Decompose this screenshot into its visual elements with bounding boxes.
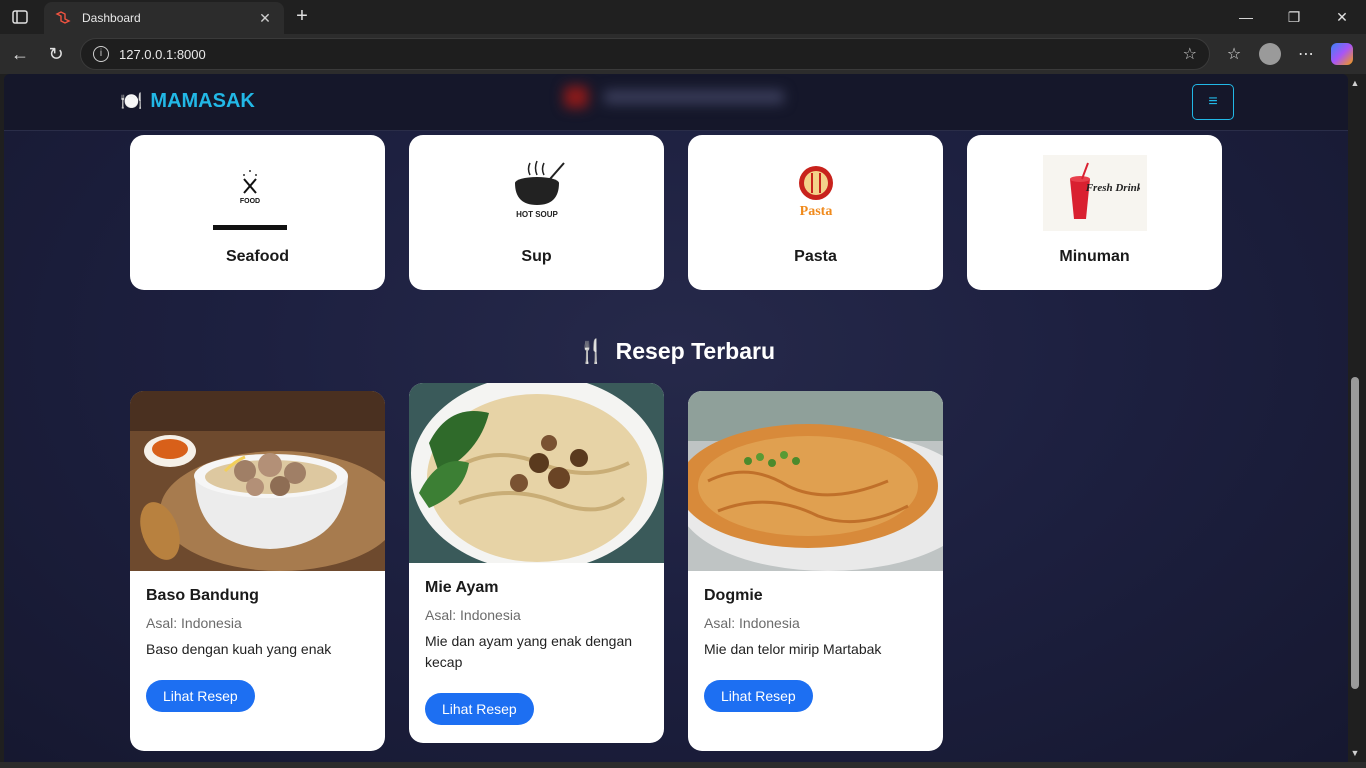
recipe-description: Baso dengan kuah yang enak <box>146 641 332 657</box>
category-label: Minuman <box>1059 248 1130 265</box>
avatar <box>1259 43 1281 65</box>
window-bottom-edge <box>0 762 1366 768</box>
window-controls: — ❐ ✕ <box>1222 0 1366 34</box>
recipe-description: Mie dan telor mirip Martabak <box>704 641 882 657</box>
recipe-body: Baso Bandung Asal: Indonesia Baso dengan… <box>130 571 385 712</box>
tab-title: Dashboard <box>82 11 141 25</box>
utensils-icon: 🍴 <box>577 338 606 364</box>
recipe-origin: Asal: Indonesia <box>146 615 242 631</box>
recipe-name: Dogmie <box>704 587 763 604</box>
category-card-seafood[interactable]: FOOD Seafood <box>130 135 385 290</box>
profile-button[interactable] <box>1256 40 1284 68</box>
recipe-photo-baso <box>130 391 385 571</box>
toolbar-actions: ☆ ⋯ <box>1220 40 1356 68</box>
pasta-logo-icon: Pasta <box>761 155 871 231</box>
tab-close-icon[interactable]: ✕ <box>256 10 274 27</box>
laravel-favicon-icon <box>54 9 72 27</box>
recipe-card: Mie Ayam Asal: Indonesia Mie dan ayam ya… <box>409 383 664 743</box>
recipe-origin: Asal: Indonesia <box>704 615 800 631</box>
url-text[interactable]: 127.0.0.1:8000 <box>119 47 1183 62</box>
section-title-latest: 🍴 Resep Terbaru <box>4 338 1348 365</box>
page-scrollbar[interactable]: ▲ ▼ <box>1348 74 1362 762</box>
reload-icon[interactable]: ↻ <box>42 40 70 68</box>
minimize-icon[interactable]: — <box>1222 0 1270 34</box>
svg-text:FOOD: FOOD <box>239 198 259 205</box>
window-close-icon[interactable]: ✕ <box>1318 0 1366 34</box>
recipe-body: Mie Ayam Asal: Indonesia Mie dan ayam ya… <box>409 563 664 725</box>
recipe-origin: Asal: Indonesia <box>425 607 521 623</box>
browser-tab[interactable]: Dashboard ✕ <box>44 2 284 34</box>
scroll-up-icon[interactable]: ▲ <box>1350 78 1360 88</box>
page-viewport: 🍽️ MAMASAK ≡ FOOD Seafood HOT SOUP Sup P… <box>4 74 1348 762</box>
fresh-drink-logo-icon: Fresh Drink <box>1042 155 1147 231</box>
plate-icon: 🍽️ <box>120 91 143 111</box>
recipe-card: Dogmie Asal: Indonesia Mie dan telor mir… <box>688 391 943 751</box>
category-label: Pasta <box>794 248 837 265</box>
brand-name: MAMASAK <box>150 90 255 112</box>
site-navbar: 🍽️ MAMASAK ≡ <box>4 74 1348 131</box>
food-logo-icon: FOOD <box>203 155 313 231</box>
site-brand[interactable]: 🍽️ MAMASAK <box>120 90 255 113</box>
category-card-minuman[interactable]: Fresh Drink Minuman <box>967 135 1222 290</box>
restore-icon[interactable]: ❐ <box>1270 0 1318 34</box>
hamburger-menu-button[interactable]: ≡ <box>1192 84 1234 120</box>
copilot-icon[interactable] <box>1328 40 1356 68</box>
category-label: Seafood <box>225 248 290 265</box>
view-recipe-button[interactable]: Lihat Resep <box>146 680 255 712</box>
hot-soup-logo-icon: HOT SOUP <box>482 155 592 231</box>
browser-tabbar: Dashboard ✕ + — ❐ ✕ <box>0 0 1366 34</box>
address-bar[interactable]: i 127.0.0.1:8000 ☆ <box>80 38 1210 70</box>
favorite-star-icon[interactable]: ☆ <box>1183 44 1197 64</box>
recipe-name: Baso Bandung <box>146 587 259 604</box>
browser-toolbar: ← ↻ i 127.0.0.1:8000 ☆ ☆ ⋯ <box>0 34 1366 74</box>
recipe-card: Baso Bandung Asal: Indonesia Baso dengan… <box>130 391 385 751</box>
section-title-text: Resep Terbaru <box>615 338 775 364</box>
view-recipe-button[interactable]: Lihat Resep <box>425 693 534 725</box>
new-tab-button[interactable]: + <box>290 4 314 28</box>
svg-text:Fresh Drink: Fresh Drink <box>1084 182 1139 194</box>
svg-text:HOT SOUP: HOT SOUP <box>516 210 558 219</box>
recipe-name: Mie Ayam <box>425 579 499 596</box>
recipe-body: Dogmie Asal: Indonesia Mie dan telor mir… <box>688 571 943 712</box>
favorites-icon[interactable]: ☆ <box>1220 40 1248 68</box>
site-info-icon[interactable]: i <box>93 46 109 62</box>
more-options-icon[interactable]: ⋯ <box>1292 40 1320 68</box>
view-recipe-button[interactable]: Lihat Resep <box>704 680 813 712</box>
copilot-logo <box>1331 43 1353 65</box>
recipe-photo-mie-ayam <box>409 383 664 563</box>
recipe-photo-dogmie <box>688 391 943 571</box>
category-label: Sup <box>521 248 552 265</box>
category-card-sup[interactable]: HOT SOUP Sup <box>409 135 664 290</box>
recipe-description: Mie dan ayam yang enak dengan kecap <box>425 633 633 670</box>
blurred-nav-item <box>564 84 794 110</box>
scroll-down-icon[interactable]: ▼ <box>1350 748 1360 758</box>
back-icon[interactable]: ← <box>6 40 34 68</box>
svg-text:Pasta: Pasta <box>799 204 832 219</box>
tab-actions-icon[interactable] <box>8 6 32 28</box>
scrollbar-thumb[interactable] <box>1351 377 1359 689</box>
category-card-pasta[interactable]: Pasta Pasta <box>688 135 943 290</box>
